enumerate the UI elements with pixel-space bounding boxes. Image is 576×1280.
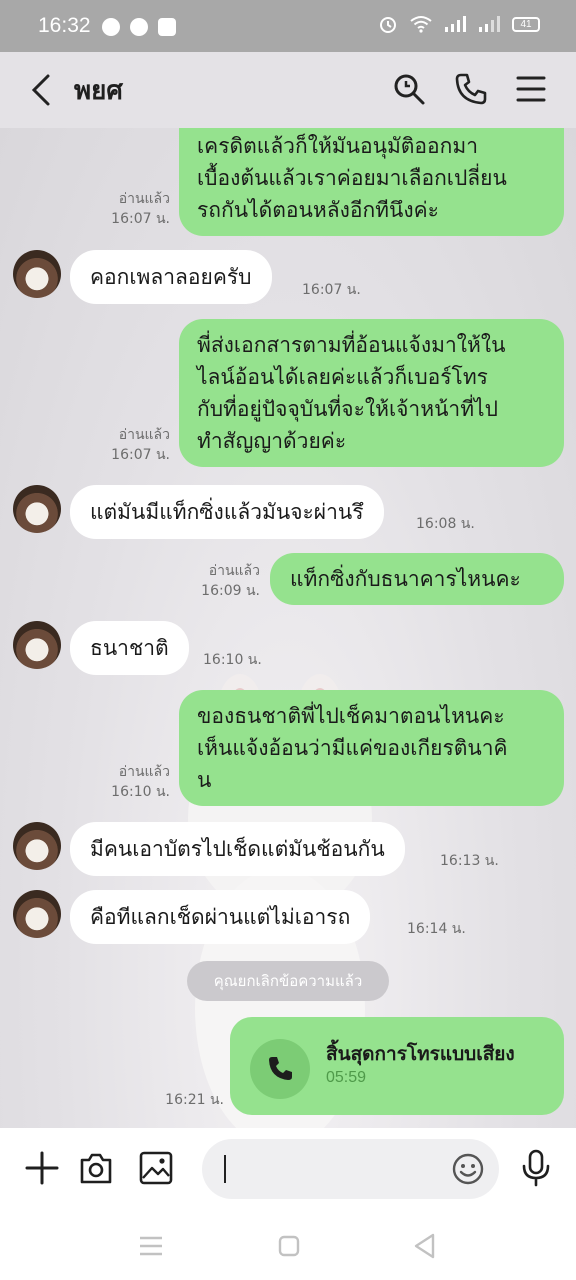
message-time: 16:13 น. [440, 853, 499, 869]
message-time: 16:07 น. [302, 282, 361, 298]
message-time: 16:08 น. [416, 516, 475, 532]
camera-icon [80, 1153, 112, 1184]
home-button[interactable] [277, 1234, 301, 1258]
unsent-message-notice: คุณยกเลิกข้อความแล้ว [187, 961, 389, 1001]
message-time: 16:09 น. [201, 583, 260, 599]
message-time: 16:21 น. [165, 1092, 224, 1108]
microphone-icon [522, 1149, 550, 1187]
incoming-message[interactable]: มีคนเอาบัตรไปเช็ดแต่มันช้อนกัน [70, 822, 405, 876]
status-icons: 41 [378, 14, 540, 34]
messenger-notification-icon [130, 18, 148, 36]
wifi-icon [410, 16, 432, 33]
alarm-icon [380, 17, 396, 33]
contact-avatar[interactable] [13, 621, 61, 669]
phone-icon [455, 73, 487, 105]
text-cursor [224, 1155, 226, 1183]
message-text: แท็กซิ่งกับธนาคารไหนคะ [290, 567, 521, 591]
youtube-notification-icon [158, 18, 176, 36]
incoming-message[interactable]: คอกเพลาลอยครับ [70, 250, 272, 304]
message-text: คอกเพลาลอยครับ [90, 265, 252, 289]
message-time: 16:07 น. [111, 447, 170, 463]
incoming-message[interactable]: แต่มันมีแท็กซิ่งแล้วมันจะผ่านรึ [70, 485, 384, 539]
message-text: ธนาชาติ [90, 636, 169, 660]
phone-icon [269, 1057, 292, 1080]
back-nav-button[interactable] [412, 1232, 438, 1260]
message-text: มีคนเอาบัตรไปเช็ดแต่มันช้อนกัน [90, 837, 385, 861]
status-time: 16:32 [38, 14, 91, 37]
call-ended-card[interactable]: สิ้นสุดการโทรแบบเสียง 05:59 [230, 1017, 564, 1115]
message-meta: อ่านแล้ว 16:07 น. [96, 189, 170, 229]
signal-icon-2 [479, 16, 500, 32]
call-icon-circle [250, 1039, 310, 1099]
read-receipt: อ่านแล้ว [208, 563, 260, 579]
contact-avatar[interactable] [13, 822, 61, 870]
message-text: เครดิตแล้วก็ให้มันอนุมัติออกมา เบื้องต้น… [197, 134, 507, 222]
plus-icon [25, 1151, 59, 1185]
incoming-message[interactable]: ธนาชาติ [70, 621, 189, 675]
message-meta: อ่านแล้ว 16:09 น. [186, 561, 260, 601]
gallery-button[interactable] [138, 1150, 174, 1186]
read-receipt: อ่านแล้ว [118, 427, 170, 443]
contact-avatar[interactable] [13, 890, 61, 938]
outgoing-message[interactable]: ของธนชาติพี่ไปเช็คมาตอนไหนคะ เห็นแจ้งอ้อ… [179, 690, 564, 806]
chat-header: พยศ [0, 52, 576, 128]
chat-title: พยศ [74, 76, 123, 106]
search-icon [394, 74, 425, 105]
camera-button[interactable] [78, 1150, 114, 1186]
outgoing-message[interactable]: เครดิตแล้วก็ให้มันอนุมัติออกมา เบื้องต้น… [179, 128, 564, 236]
message-time: 16:07 น. [111, 211, 170, 227]
message-input[interactable] [202, 1139, 499, 1199]
back-button[interactable] [28, 72, 54, 108]
message-text: แต่มันมีแท็กซิ่งแล้วมันจะผ่านรึ [90, 500, 364, 524]
message-time: 16:14 น. [407, 921, 466, 937]
emoji-button[interactable] [451, 1152, 485, 1186]
read-receipt: อ่านแล้ว [118, 764, 170, 780]
call-button[interactable] [454, 72, 488, 106]
menu-button[interactable] [516, 74, 546, 104]
home-icon [278, 1235, 300, 1257]
system-navigation-bar [0, 1212, 576, 1280]
outgoing-message[interactable]: พี่ส่งเอกสารตามที่อ้อนแจ้งมาให้ใน ไลน์อ้… [179, 319, 564, 467]
status-bar: 16:32 41 [0, 0, 576, 52]
signal-icon [445, 16, 466, 32]
voice-message-button[interactable] [520, 1148, 552, 1188]
message-text: คือทีแลกเช็ดผ่านแต่ไม่เอารถ [90, 905, 351, 929]
call-title: สิ้นสุดการโทรแบบเสียง [326, 1043, 515, 1065]
chevron-left-icon [31, 74, 50, 106]
message-time: 16:10 น. [111, 784, 170, 800]
read-receipt: อ่านแล้ว [118, 191, 170, 207]
incoming-message[interactable]: คือทีแลกเช็ดผ่านแต่ไม่เอารถ [70, 890, 371, 944]
message-meta: อ่านแล้ว 16:10 น. [96, 762, 170, 802]
message-time: 16:10 น. [203, 652, 262, 668]
message-meta: อ่านแล้ว 16:07 น. [96, 425, 170, 465]
search-button[interactable] [392, 72, 426, 106]
add-button[interactable] [24, 1150, 60, 1186]
call-duration: 05:59 [326, 1069, 367, 1086]
battery-indicator: 41 [512, 16, 540, 32]
message-text: พี่ส่งเอกสารตามที่อ้อนแจ้งมาให้ใน ไลน์อ้… [197, 333, 506, 453]
composer-bar [0, 1128, 576, 1212]
recent-apps-button[interactable] [138, 1234, 164, 1258]
chat-history[interactable]: เครดิตแล้วก็ให้มันอนุมัติออกมา เบื้องต้น… [0, 128, 576, 1128]
message-text: ของธนชาติพี่ไปเช็คมาตอนไหนคะ เห็นแจ้งอ้อ… [197, 704, 508, 792]
line-notification-icon [102, 18, 120, 36]
image-icon [139, 1151, 173, 1185]
outgoing-message[interactable]: แท็กซิ่งกับธนาคารไหนคะ [270, 553, 564, 605]
recent-apps-icon [140, 1236, 162, 1256]
contact-avatar[interactable] [13, 485, 61, 533]
back-triangle-icon [414, 1233, 435, 1259]
contact-avatar[interactable] [13, 250, 61, 298]
hamburger-menu-icon [516, 76, 546, 102]
emoji-icon [452, 1153, 484, 1185]
